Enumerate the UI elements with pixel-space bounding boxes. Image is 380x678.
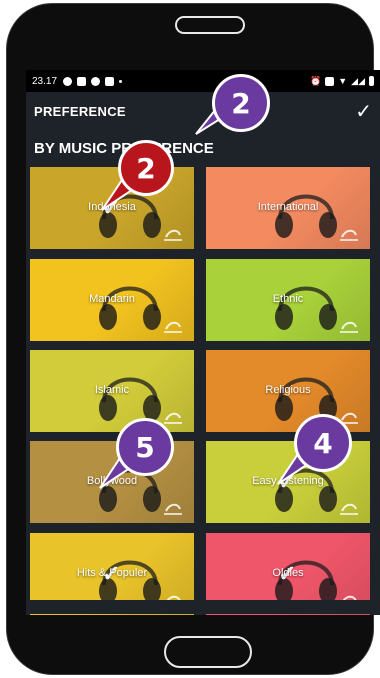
signal-icon: ◢◢: [351, 75, 365, 86]
annotation-badge-indonesia: 2: [118, 140, 174, 196]
tile-label: Hits & Populer: [76, 567, 148, 579]
wifi-icon: ▼: [338, 76, 348, 86]
status-bar: 23.17 ⏰ ▼ ◢◢: [26, 70, 380, 92]
tile-label: Ethnic: [272, 293, 304, 305]
tile-label: Islamic: [94, 384, 130, 396]
annotation-badge-top: 2: [212, 74, 270, 132]
tile-label: Religious: [265, 384, 311, 396]
brand-logo-icon: [340, 229, 358, 241]
brand-logo-icon: [164, 321, 182, 333]
image-icon: [77, 76, 87, 86]
status-time: 23.17: [32, 75, 58, 87]
annotation-badge-bollywood: 5: [116, 418, 174, 476]
bag-icon: [105, 76, 115, 86]
brand-logo-icon: [164, 412, 182, 424]
screen-bottom: [26, 600, 380, 614]
chat-icon: [91, 76, 101, 86]
tile-label: Oldies: [272, 567, 304, 579]
preference-tile[interactable]: International: [206, 167, 370, 249]
whatsapp-icon: [63, 76, 73, 86]
preference-tile[interactable]: Islamic: [30, 350, 194, 432]
home-button[interactable]: [164, 636, 252, 668]
brand-logo-icon: [164, 229, 182, 241]
cast-icon: [325, 76, 335, 86]
preference-tile[interactable]: Mandarin: [30, 259, 194, 341]
speaker-grille: [175, 16, 245, 34]
preference-tile[interactable]: Ethnic: [206, 259, 370, 341]
battery-icon: [369, 76, 374, 86]
brand-logo-icon: [164, 503, 182, 515]
brand-logo-icon: [340, 321, 358, 333]
preference-tile[interactable]: Religious: [206, 350, 370, 432]
more-notifications-icon: [119, 79, 123, 83]
page-title: PREFERENCE: [34, 103, 126, 119]
annotation-badge-easy-listening: 4: [294, 414, 352, 472]
tile-label: Mandarin: [89, 293, 135, 305]
checkmark-icon[interactable]: ✓: [355, 99, 372, 124]
brand-logo-icon: [340, 503, 358, 515]
tile-label: International: [257, 201, 319, 213]
alarm-icon: ⏰: [310, 75, 322, 86]
